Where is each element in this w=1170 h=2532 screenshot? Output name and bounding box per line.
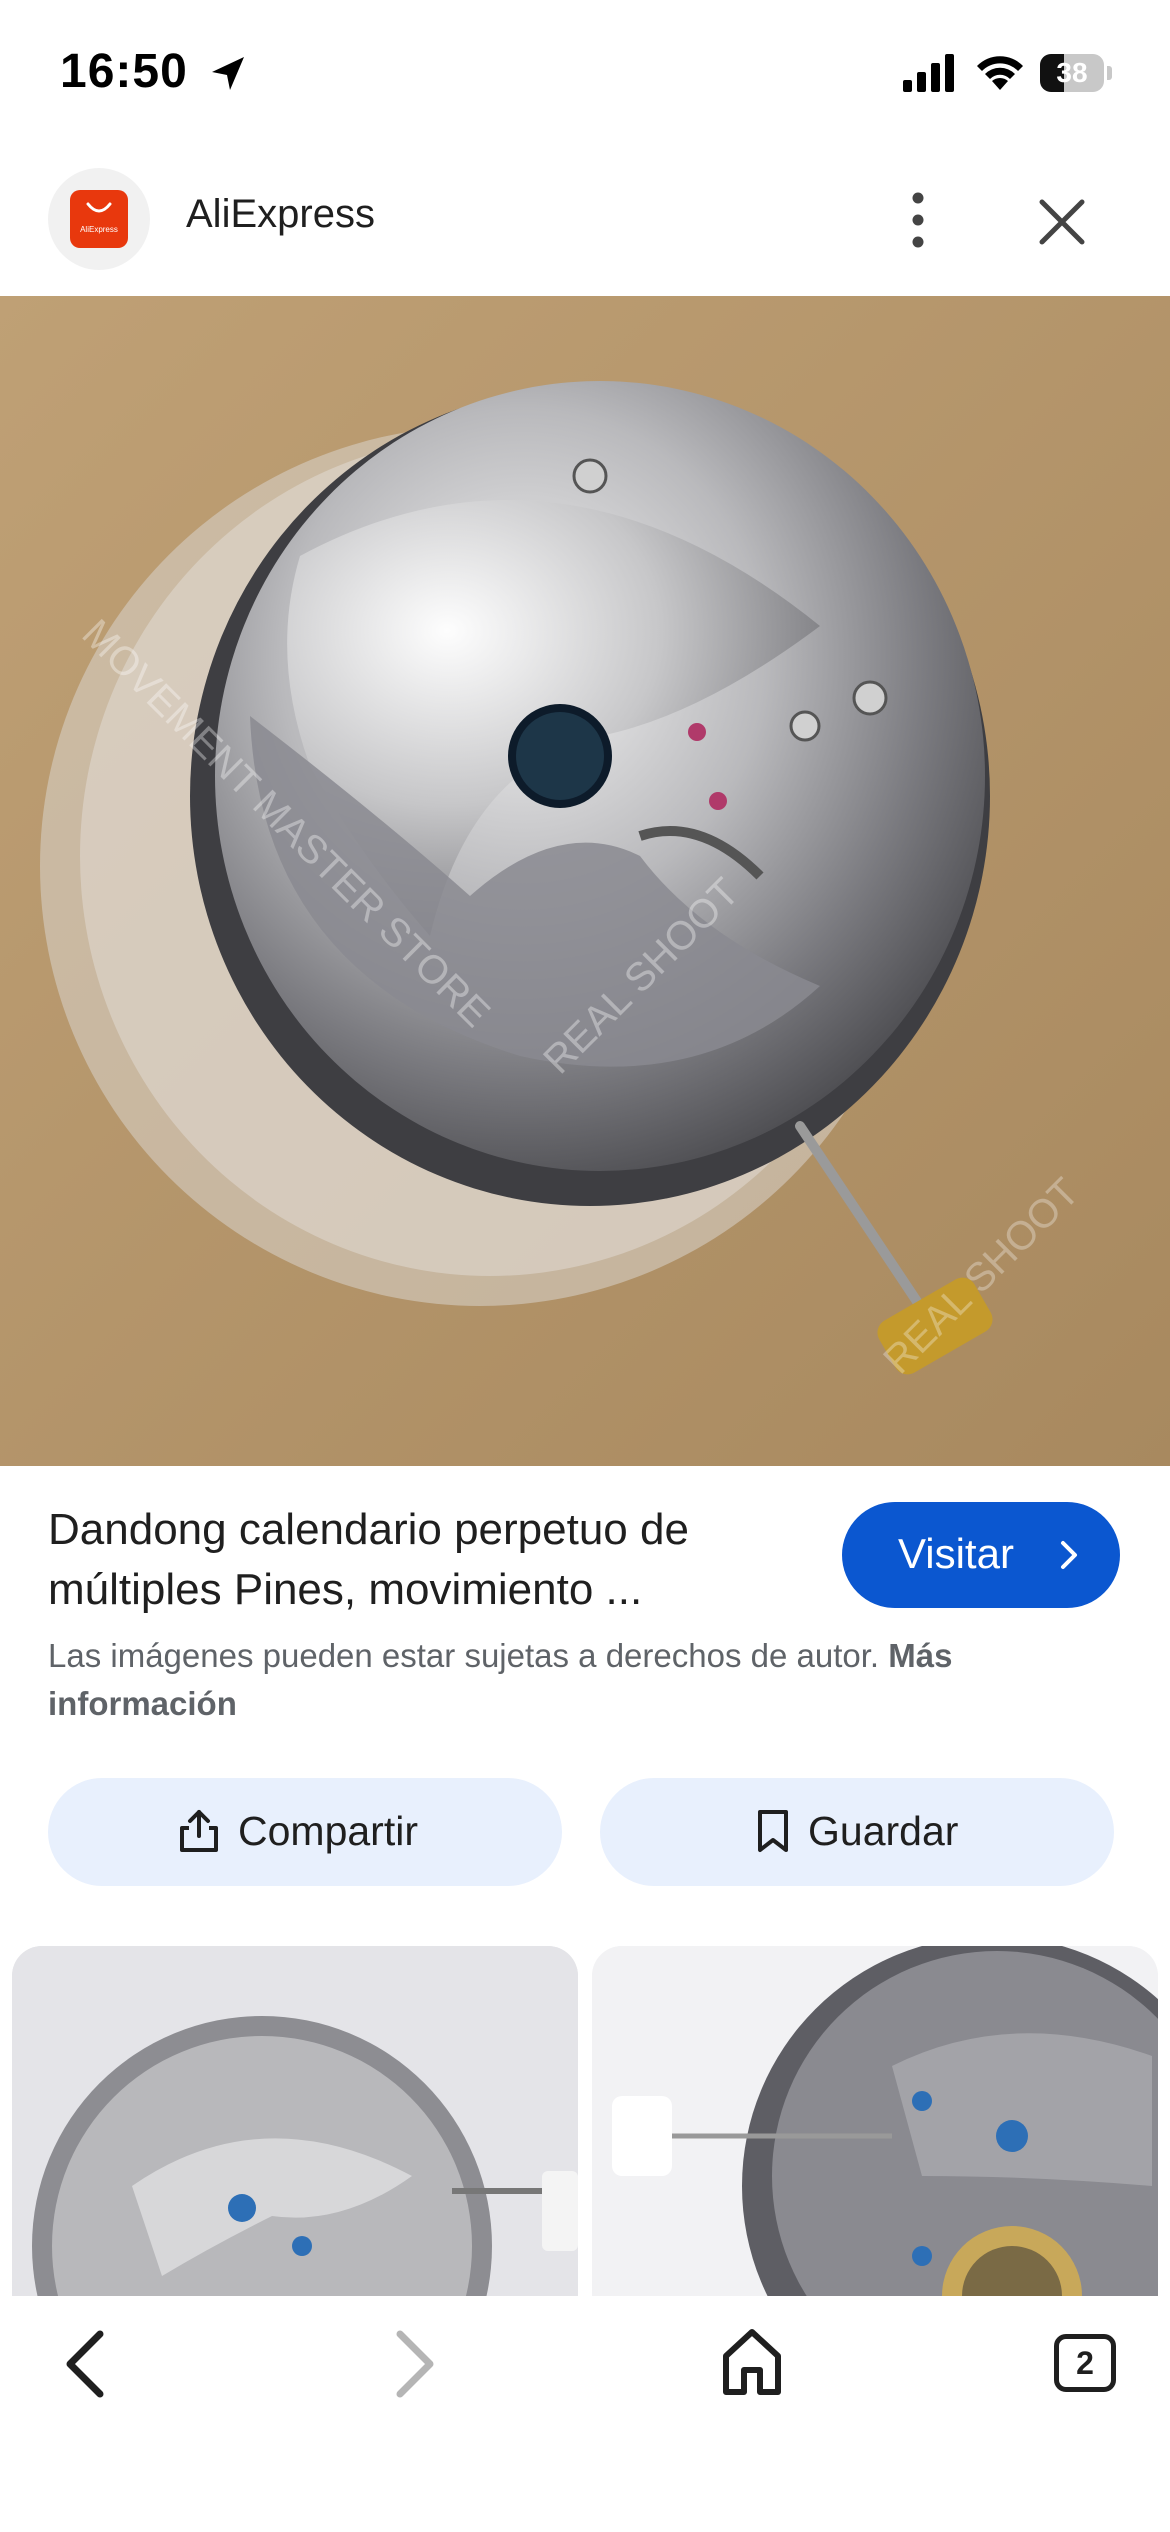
signal-icon bbox=[903, 54, 954, 92]
save-label: Guardar bbox=[808, 1808, 959, 1854]
share-icon bbox=[180, 1810, 218, 1852]
close-icon[interactable] bbox=[1030, 190, 1094, 254]
status-bar: 16:50 38 bbox=[0, 0, 1170, 150]
battery-icon: 38 bbox=[1040, 54, 1112, 92]
logo-text: AliExpress bbox=[80, 225, 118, 234]
app-name: AliExpress bbox=[186, 192, 375, 236]
visit-button[interactable]: Visitar bbox=[842, 1502, 1120, 1608]
related-image-thumbnail[interactable] bbox=[12, 1946, 578, 2300]
product-image[interactable]: MOVEMENT MASTER STORE REAL SHOOT REAL SH… bbox=[0, 296, 1170, 1466]
chevron-right-icon bbox=[1061, 1541, 1077, 1569]
app-header: AliExpress AliExpress bbox=[0, 150, 1170, 296]
copyright-text: Las imágenes pueden estar sujetas a dere… bbox=[48, 1637, 880, 1674]
bottom-navigation-bar: 2 bbox=[0, 2296, 1170, 2532]
share-button[interactable]: Compartir bbox=[48, 1778, 562, 1886]
related-image-thumbnail[interactable] bbox=[592, 1946, 1158, 2300]
product-title[interactable]: Dandong calendario perpetuo de múltiples… bbox=[48, 1500, 808, 1620]
copyright-notice: Las imágenes pueden estar sujetas a dere… bbox=[48, 1632, 1128, 1728]
wifi-icon bbox=[977, 56, 1023, 90]
share-label: Compartir bbox=[238, 1808, 418, 1854]
back-arrow-icon[interactable] bbox=[56, 2326, 116, 2402]
location-arrow-icon bbox=[212, 57, 244, 90]
home-icon[interactable] bbox=[720, 2326, 784, 2398]
more-vertical-icon[interactable] bbox=[894, 188, 942, 252]
visit-label: Visitar bbox=[898, 1530, 1014, 1577]
save-button[interactable]: Guardar bbox=[600, 1778, 1114, 1886]
forward-arrow-icon[interactable] bbox=[384, 2326, 444, 2402]
tab-count: 2 bbox=[1076, 2345, 1094, 2381]
battery-percent: 38 bbox=[1056, 57, 1088, 88]
tabs-icon[interactable]: 2 bbox=[1054, 2334, 1116, 2392]
app-logo[interactable]: AliExpress bbox=[48, 168, 150, 270]
status-time: 16:50 bbox=[60, 45, 188, 98]
bookmark-icon bbox=[758, 1810, 788, 1852]
aliexpress-logo-icon: AliExpress bbox=[70, 190, 128, 248]
